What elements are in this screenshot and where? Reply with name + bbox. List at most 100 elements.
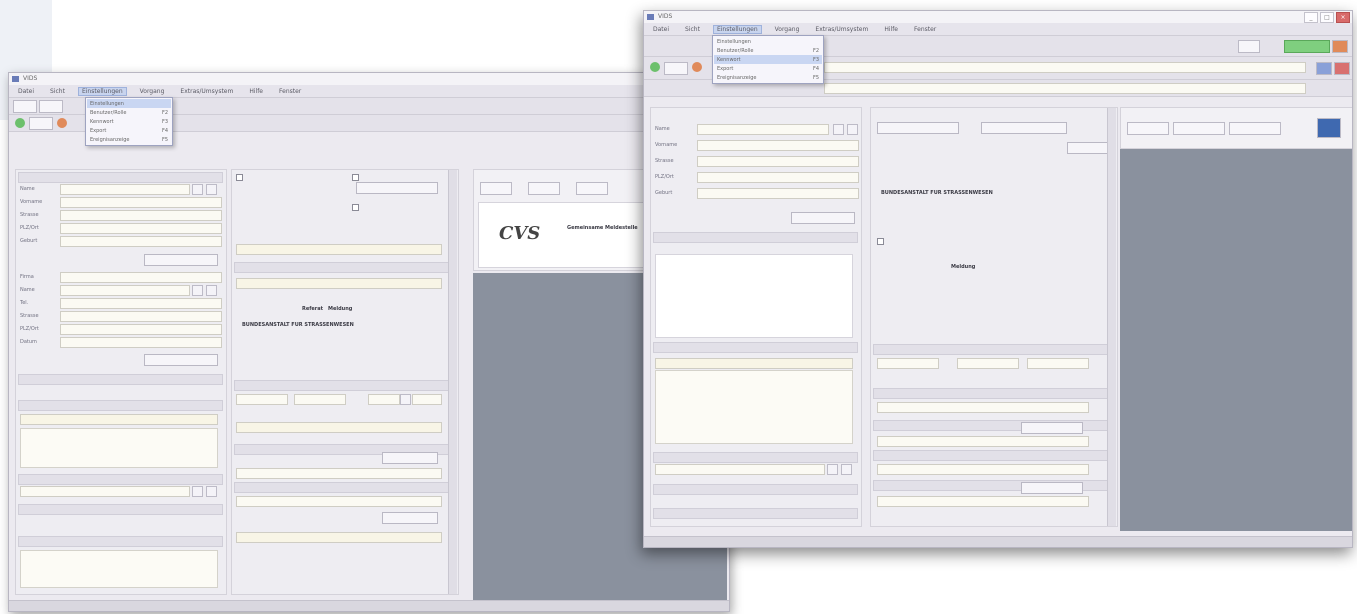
phone-field[interactable] xyxy=(60,298,222,309)
filter-input[interactable] xyxy=(824,83,1306,94)
time-field[interactable] xyxy=(294,394,346,405)
menu-hilfe[interactable]: Hilfe xyxy=(881,26,901,33)
scrollbar[interactable] xyxy=(448,170,457,594)
text-area[interactable] xyxy=(20,550,218,588)
action-button[interactable] xyxy=(382,512,438,524)
date-field[interactable] xyxy=(877,358,939,369)
action-button[interactable] xyxy=(1021,422,1083,434)
toolbar-button[interactable] xyxy=(1316,62,1332,75)
menu-fenster[interactable]: Fenster xyxy=(911,26,939,33)
checkbox[interactable] xyxy=(236,174,243,181)
text-field[interactable] xyxy=(877,436,1089,447)
action-button[interactable] xyxy=(144,254,218,266)
dropdown-item[interactable]: Export F4 xyxy=(87,126,171,135)
search-input[interactable] xyxy=(824,62,1306,73)
action-button[interactable] xyxy=(1067,142,1109,154)
dropdown-item[interactable]: Ereignisanzeige F5 xyxy=(87,135,171,144)
status-green-icon[interactable] xyxy=(15,118,25,128)
toolbar-button[interactable] xyxy=(1238,40,1260,53)
lookup-button[interactable] xyxy=(827,464,838,475)
toolbar-button[interactable] xyxy=(39,100,63,113)
preview-button[interactable] xyxy=(576,182,608,195)
company-field[interactable] xyxy=(60,272,222,283)
action-button[interactable] xyxy=(791,212,855,224)
city-field[interactable] xyxy=(697,172,859,183)
text-field[interactable] xyxy=(236,468,442,479)
action-button[interactable] xyxy=(981,122,1067,134)
street-field[interactable] xyxy=(697,156,859,167)
street2-field[interactable] xyxy=(60,311,222,322)
lookup-button[interactable] xyxy=(192,486,203,497)
alert-button[interactable] xyxy=(1332,40,1348,53)
dropdown-item[interactable]: Ereignisanzeige F5 xyxy=(714,73,822,82)
checkbox[interactable] xyxy=(352,204,359,211)
preview-button[interactable] xyxy=(1173,122,1225,135)
minimize-icon[interactable]: _ xyxy=(1304,12,1318,23)
menu-sicht[interactable]: Sicht xyxy=(47,88,68,95)
dropdown-item[interactable]: Export F4 xyxy=(714,64,822,73)
action-button[interactable] xyxy=(356,182,438,194)
lookup-button[interactable] xyxy=(192,184,203,195)
dropdown-item[interactable]: Benutzer/Rolle F2 xyxy=(714,46,822,55)
text-field[interactable] xyxy=(877,464,1089,475)
date-field[interactable] xyxy=(236,394,288,405)
select-field[interactable] xyxy=(655,464,825,475)
menu-sicht[interactable]: Sicht xyxy=(682,26,703,33)
save-icon[interactable] xyxy=(1317,118,1341,138)
code-field[interactable] xyxy=(1027,358,1089,369)
text-field[interactable] xyxy=(877,402,1089,413)
close-icon[interactable]: × xyxy=(1336,12,1350,23)
number-field[interactable] xyxy=(412,394,442,405)
text-field[interactable] xyxy=(236,422,442,433)
menu-vorgang[interactable]: Vorgang xyxy=(772,26,803,33)
toolbar-button[interactable] xyxy=(13,100,37,113)
menu-extras[interactable]: Extras/Umsystem xyxy=(177,88,236,95)
firstname-field[interactable] xyxy=(697,140,859,151)
toolbar-button[interactable] xyxy=(1334,62,1350,75)
clear-button[interactable] xyxy=(206,285,217,296)
status-green-button[interactable] xyxy=(1284,40,1330,53)
menu-einstellungen[interactable]: Einstellungen xyxy=(77,86,127,96)
notes-area[interactable] xyxy=(655,370,853,444)
menu-fenster[interactable]: Fenster xyxy=(276,88,304,95)
dropdown-item[interactable]: Kennwort F3 xyxy=(714,55,822,64)
contact-field[interactable] xyxy=(60,285,190,296)
toolbar-button[interactable] xyxy=(29,117,53,130)
menu-einstellungen[interactable]: Einstellungen xyxy=(712,24,762,34)
select-field[interactable] xyxy=(20,486,190,497)
text-field[interactable] xyxy=(877,496,1089,507)
city-field[interactable] xyxy=(60,223,222,234)
preview-button[interactable] xyxy=(480,182,512,195)
street-field[interactable] xyxy=(60,210,222,221)
status-green-icon[interactable] xyxy=(650,62,660,72)
action-button[interactable] xyxy=(1021,482,1083,494)
menu-vorgang[interactable]: Vorgang xyxy=(137,88,168,95)
time-field[interactable] xyxy=(957,358,1019,369)
name-field[interactable] xyxy=(697,124,829,135)
spin-button[interactable] xyxy=(400,394,411,405)
city2-field[interactable] xyxy=(60,324,222,335)
clear-button[interactable] xyxy=(206,486,217,497)
lookup-button[interactable] xyxy=(192,285,203,296)
preview-button[interactable] xyxy=(1127,122,1169,135)
list-area[interactable] xyxy=(655,254,853,338)
firstname-field[interactable] xyxy=(60,197,222,208)
text-field[interactable] xyxy=(236,244,442,255)
dropdown-item[interactable]: Einstellungen xyxy=(87,99,171,108)
text-field[interactable] xyxy=(655,358,853,369)
name-field[interactable] xyxy=(60,184,190,195)
action-button[interactable] xyxy=(144,354,218,366)
checkbox[interactable] xyxy=(352,174,359,181)
text-field[interactable] xyxy=(236,532,442,543)
menu-extras[interactable]: Extras/Umsystem xyxy=(812,26,871,33)
notes-area[interactable] xyxy=(20,428,218,468)
preview-button[interactable] xyxy=(528,182,560,195)
preview-button[interactable] xyxy=(1229,122,1281,135)
scrollbar[interactable] xyxy=(1107,108,1116,526)
status-orange-icon[interactable] xyxy=(692,62,702,72)
maximize-icon[interactable]: □ xyxy=(1320,12,1334,23)
date-field[interactable] xyxy=(60,337,222,348)
action-button[interactable] xyxy=(877,122,959,134)
toolbar-button[interactable] xyxy=(664,62,688,75)
clear-button[interactable] xyxy=(206,184,217,195)
